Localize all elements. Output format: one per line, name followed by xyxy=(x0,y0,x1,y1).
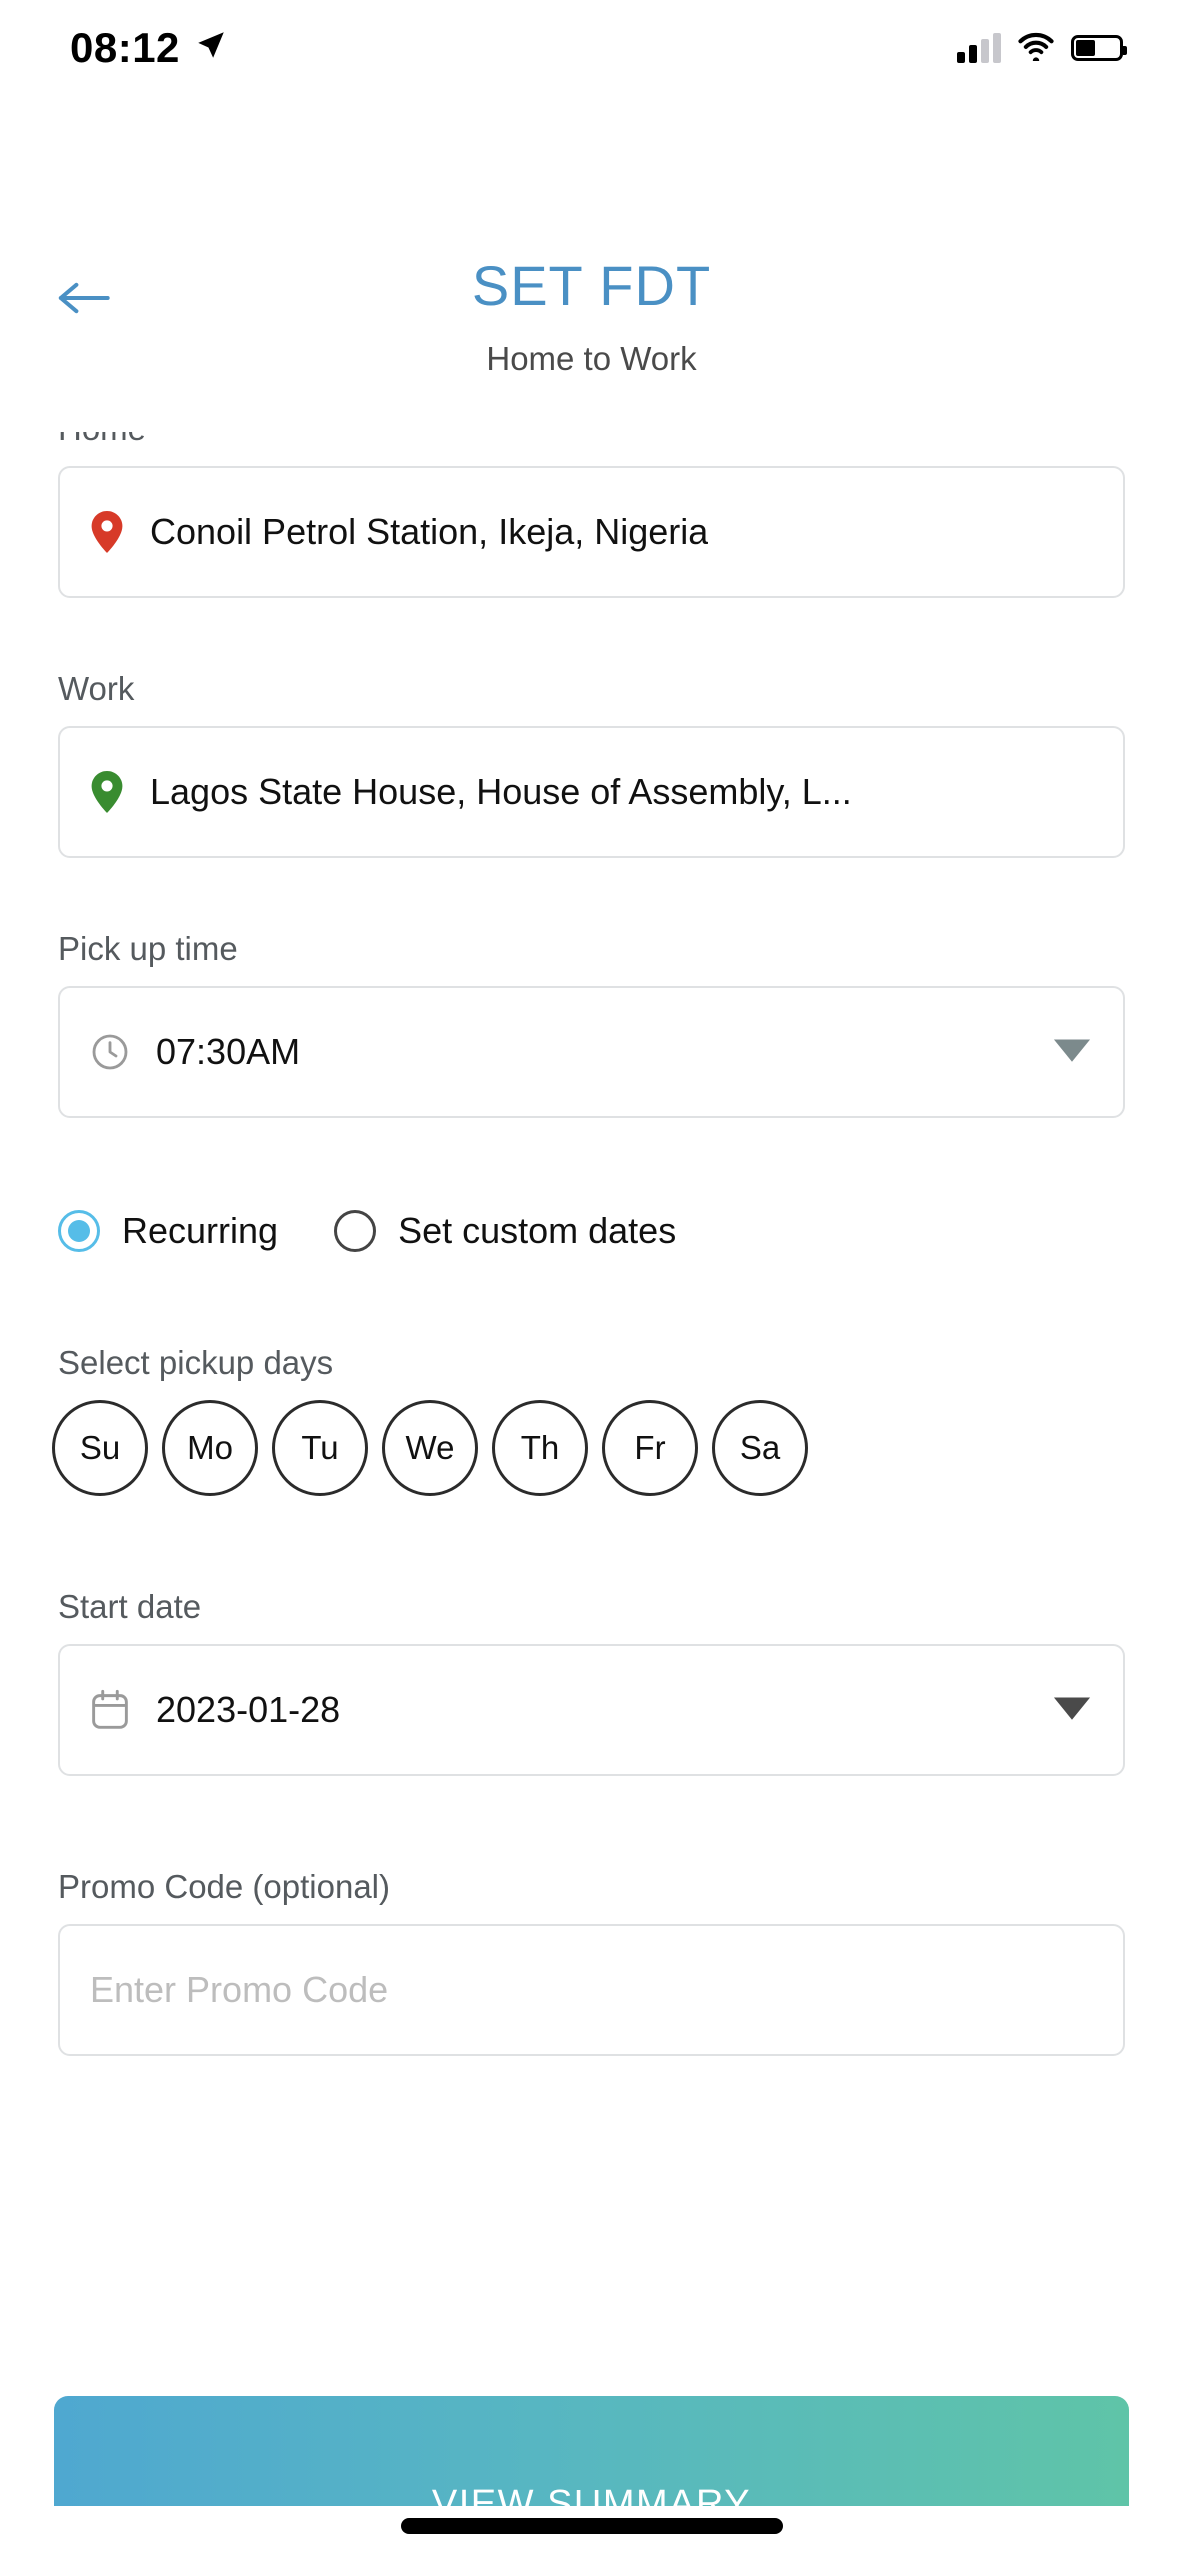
status-time-group: 08:12 xyxy=(70,24,228,72)
wifi-icon xyxy=(1017,31,1055,66)
home-location-input[interactable]: Conoil Petrol Station, Ikeja, Nigeria xyxy=(58,466,1125,598)
radio-indicator-unselected-icon xyxy=(334,1210,377,1252)
form-scroll-area[interactable]: Home Conoil Petrol Station, Ikeja, Niger… xyxy=(0,432,1183,2332)
status-time-text: 08:12 xyxy=(70,24,180,71)
cta-container: VIEW SUMMARY xyxy=(0,2396,1183,2506)
day-chip-tu[interactable]: Tu xyxy=(272,1400,368,1496)
promo-code-field[interactable]: Enter Promo Code xyxy=(58,1924,1125,2056)
status-bar: 08:12 xyxy=(0,0,1183,96)
pickup-time-label: Pick up time xyxy=(58,930,238,967)
page-title: SET FDT xyxy=(471,254,712,317)
chevron-down-icon[interactable] xyxy=(1051,1035,1093,1070)
view-summary-label: VIEW SUMMARY xyxy=(431,2482,752,2507)
clock-icon xyxy=(90,1032,130,1072)
calendar-icon xyxy=(90,1689,130,1731)
day-chip-sa[interactable]: Sa xyxy=(712,1400,808,1496)
day-chip-we[interactable]: We xyxy=(382,1400,478,1496)
radio-option-recurring[interactable]: Recurring xyxy=(58,1210,278,1252)
status-indicators xyxy=(957,31,1127,66)
home-location-value: Conoil Petrol Station, Ikeja, Nigeria xyxy=(150,511,709,552)
signal-bars-icon xyxy=(957,33,1001,63)
home-indicator xyxy=(400,2518,783,2534)
pickup-time-value: 07:30AM xyxy=(156,1031,301,1072)
promo-code-placeholder: Enter Promo Code xyxy=(90,1969,389,2010)
view-summary-button[interactable]: VIEW SUMMARY xyxy=(54,2396,1129,2506)
promo-code-label: Promo Code (optional) xyxy=(58,1868,390,1905)
back-button[interactable] xyxy=(48,268,118,328)
day-chip-fr[interactable]: Fr xyxy=(602,1400,698,1496)
radio-option-custom-dates[interactable]: Set custom dates xyxy=(334,1210,676,1252)
pickup-time-select[interactable]: 07:30AM xyxy=(58,986,1125,1118)
start-date-value: 2023-01-28 xyxy=(156,1689,341,1730)
battery-icon xyxy=(1071,35,1127,61)
radio-label-custom-dates: Set custom dates xyxy=(398,1210,677,1251)
map-pin-icon xyxy=(90,770,124,814)
radio-label-recurring: Recurring xyxy=(122,1210,279,1251)
day-chip-su[interactable]: Su xyxy=(52,1400,148,1496)
pickup-days-selector[interactable]: Su Mo Tu We Th Fr Sa xyxy=(52,1400,1183,1496)
back-arrow-icon xyxy=(58,282,110,314)
location-arrow-icon xyxy=(194,24,228,72)
page-header: SET FDT Home to Work xyxy=(0,240,1183,420)
start-date-select[interactable]: 2023-01-28 xyxy=(58,1644,1125,1776)
radio-indicator-selected-icon xyxy=(58,1210,100,1252)
work-location-input[interactable]: Lagos State House, House of Assembly, L.… xyxy=(58,726,1125,858)
map-pin-icon xyxy=(90,510,124,554)
start-date-label: Start date xyxy=(58,1588,202,1625)
pickup-days-label: Select pickup days xyxy=(58,1344,334,1381)
work-location-value: Lagos State House, House of Assembly, L.… xyxy=(150,771,852,812)
chevron-down-icon[interactable] xyxy=(1051,1693,1093,1728)
schedule-mode-radio-group[interactable]: Recurring Set custom dates xyxy=(58,1210,1183,1252)
page-subtitle: Home to Work xyxy=(486,340,697,377)
work-label: Work xyxy=(58,670,135,707)
home-label: Home xyxy=(58,432,1183,448)
day-chip-th[interactable]: Th xyxy=(492,1400,588,1496)
day-chip-mo[interactable]: Mo xyxy=(162,1400,258,1496)
